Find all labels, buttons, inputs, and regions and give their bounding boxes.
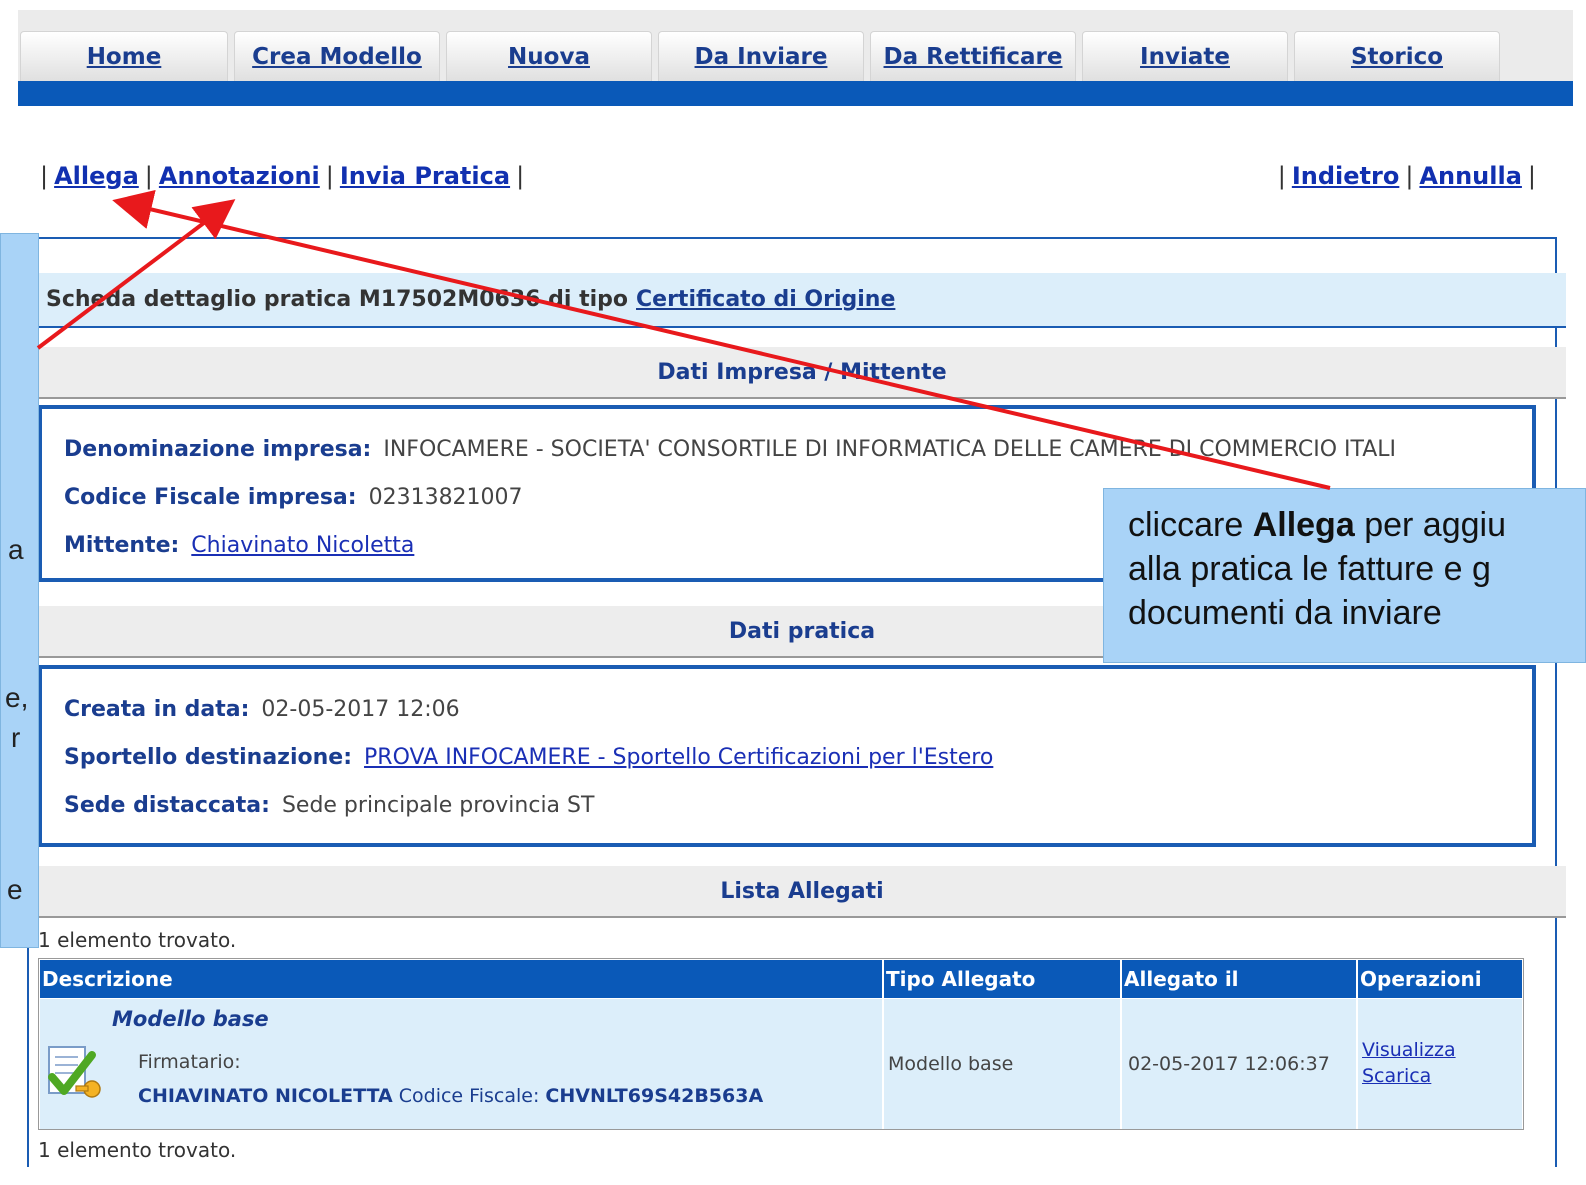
- callout-left-fragment-1: a: [8, 534, 24, 565]
- tab-home[interactable]: Home: [20, 31, 228, 81]
- tab-storico-label[interactable]: Storico: [1351, 44, 1443, 70]
- callout-left-fragment-3: r: [11, 722, 21, 753]
- found-count-bottom: 1 elemento trovato.: [38, 1138, 237, 1162]
- pratica-box: Creata in data: 02-05-2017 12:06 Sportell…: [38, 665, 1536, 847]
- tab-inviate[interactable]: Inviate: [1082, 31, 1288, 81]
- sede-label: Sede distaccata:: [64, 793, 270, 818]
- invia-pratica-link[interactable]: Invia Pratica: [340, 162, 510, 190]
- allega-link[interactable]: Allega: [54, 162, 139, 190]
- table-row: Modello base Firmatario: CHIAVINATO NICO…: [40, 999, 1522, 1129]
- callout-line-1: cliccare Allega per aggiu: [1128, 503, 1585, 547]
- allegato-il-value: 02-05-2017 12:06:37: [1128, 1053, 1330, 1075]
- scheda-prefix: Scheda dettaglio pratica M17502M0636 di …: [46, 287, 629, 312]
- col-descrizione: Descrizione: [40, 960, 884, 998]
- callout-left: a e, r e: [0, 233, 39, 948]
- tipo-allegato-value: Modello base: [888, 1053, 1014, 1075]
- col-tipo-allegato: Tipo Allegato: [884, 960, 1122, 998]
- annotazioni-link[interactable]: Annotazioni: [159, 162, 320, 190]
- scarica-link[interactable]: Scarica: [1362, 1065, 1431, 1087]
- action-links-right: | Indietro | Annulla |: [1277, 162, 1536, 190]
- tab-da-rettificare-label[interactable]: Da Rettificare: [884, 44, 1063, 70]
- creata-label: Creata in data:: [64, 697, 250, 722]
- col-operazioni: Operazioni: [1358, 960, 1522, 998]
- tab-da-rettificare[interactable]: Da Rettificare: [870, 31, 1076, 81]
- mittente-label: Mittente:: [64, 533, 180, 558]
- callout-left-fragment-2: e,: [5, 682, 29, 713]
- tab-da-inviare-label[interactable]: Da Inviare: [695, 44, 828, 70]
- tab-nuova-label[interactable]: Nuova: [508, 44, 590, 70]
- nav-tabs: Home Crea Modello Nuova Da Inviare Da Re…: [20, 31, 1500, 81]
- callout-line-2: alla pratica le fatture e g: [1128, 550, 1491, 588]
- table-header: Descrizione Tipo Allegato Allegato il Op…: [40, 960, 1522, 998]
- mittente-link[interactable]: Chiavinato Nicoletta: [191, 533, 414, 558]
- denominazione-row: Denominazione impresa: INFOCAMERE - SOCIE…: [64, 437, 1396, 462]
- cell-allegato-il: 02-05-2017 12:06:37: [1122, 999, 1358, 1129]
- sportello-row: Sportello destinazione: PROVA INFOCAMERE …: [64, 745, 993, 770]
- firmatario-label: Firmatario:: [138, 1051, 241, 1073]
- cell-operazioni: Visualizza Scarica: [1358, 999, 1522, 1129]
- creata-value: 02-05-2017 12:06: [261, 697, 460, 722]
- creata-row: Creata in data: 02-05-2017 12:06: [64, 697, 460, 722]
- denominazione-value: INFOCAMERE - SOCIETA' CONSORTILE DI INFO…: [383, 437, 1397, 462]
- allegati-table: Descrizione Tipo Allegato Allegato il Op…: [38, 958, 1524, 1130]
- callout-line-1-post: per aggiu: [1364, 506, 1506, 544]
- firmatario-cf-value: CHVNLT69S42B563A: [545, 1085, 764, 1107]
- tab-storico[interactable]: Storico: [1294, 31, 1500, 81]
- firmatario-cf-label: Codice Fiscale:: [398, 1085, 540, 1107]
- tab-da-inviare[interactable]: Da Inviare: [658, 31, 864, 81]
- callout-right: cliccare Allega per aggiu alla pratica l…: [1103, 488, 1586, 663]
- firmatario-line: CHIAVINATO NICOLETTA Codice Fiscale: CHV…: [138, 1085, 763, 1107]
- annulla-link[interactable]: Annulla: [1419, 162, 1521, 190]
- col-allegato-il: Allegato il: [1122, 960, 1358, 998]
- sede-value: Sede principale provincia ST: [281, 793, 595, 818]
- attachment-title: Modello base: [112, 1007, 269, 1031]
- tab-home-label[interactable]: Home: [87, 44, 162, 70]
- visualizza-link[interactable]: Visualizza: [1362, 1039, 1456, 1061]
- signed-document-icon: [48, 1046, 101, 1098]
- action-links-left: | Allega | Annotazioni | Invia Pratica |: [40, 162, 525, 190]
- callout-left-fragment-4: e: [7, 874, 23, 905]
- tab-inviate-label[interactable]: Inviate: [1140, 44, 1230, 70]
- cf-impresa-row: Codice Fiscale impresa: 02313821007: [64, 485, 523, 510]
- callout-line-1-bold: Allega: [1252, 506, 1355, 544]
- indietro-link[interactable]: Indietro: [1292, 162, 1400, 190]
- cf-impresa-label: Codice Fiscale impresa:: [64, 485, 357, 510]
- cf-impresa-value: 02313821007: [368, 485, 523, 510]
- firmatario-name: CHIAVINATO NICOLETTA: [138, 1085, 393, 1107]
- tab-crea-modello[interactable]: Crea Modello: [234, 31, 440, 81]
- scheda-title: Scheda dettaglio pratica M17502M0636 di …: [38, 273, 1566, 328]
- sportello-label: Sportello destinazione:: [64, 745, 353, 770]
- cell-tipo-allegato: Modello base: [884, 999, 1122, 1129]
- sportello-link[interactable]: PROVA INFOCAMERE - Sportello Certificazi…: [364, 745, 993, 770]
- section-title-impresa: Dati Impresa / Mittente: [657, 359, 947, 385]
- cell-descrizione: Modello base Firmatario: CHIAVINATO NICO…: [40, 999, 884, 1129]
- sede-row: Sede distaccata: Sede principale provinci…: [64, 793, 594, 818]
- tab-crea-modello-label[interactable]: Crea Modello: [252, 44, 422, 70]
- section-header-allegati: Lista Allegati: [38, 866, 1566, 918]
- section-title-pratica: Dati pratica: [728, 618, 876, 644]
- certificato-tipo-link[interactable]: Certificato di Origine: [636, 287, 895, 312]
- tab-nuova[interactable]: Nuova: [446, 31, 652, 81]
- nav-blue-bar: [18, 81, 1573, 106]
- callout-line-3: documenti da inviare: [1128, 594, 1442, 632]
- denominazione-label: Denominazione impresa:: [64, 437, 372, 462]
- callout-line-1-pre: cliccare: [1128, 506, 1244, 544]
- section-header-impresa: Dati Impresa / Mittente: [38, 347, 1566, 399]
- found-count-top: 1 elemento trovato.: [38, 928, 237, 952]
- section-title-allegati: Lista Allegati: [720, 878, 884, 904]
- mittente-row: Mittente: Chiavinato Nicoletta: [64, 533, 414, 558]
